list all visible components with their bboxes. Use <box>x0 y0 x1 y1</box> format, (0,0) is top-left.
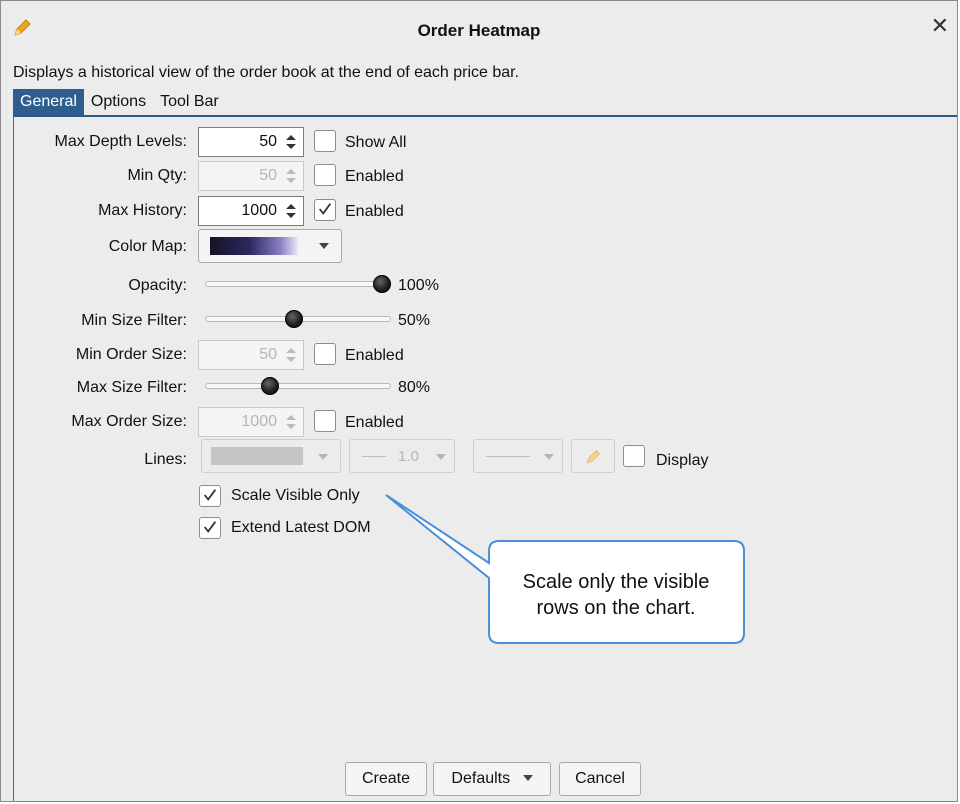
callout-bubble <box>385 494 745 644</box>
callout-line-2: rows on the chart. <box>536 597 696 619</box>
cancel-button[interactable]: Cancel <box>559 762 641 796</box>
defaults-button-label: Defaults <box>451 770 511 787</box>
defaults-button[interactable]: Defaults <box>433 762 551 796</box>
order-heatmap-dialog: Order Heatmap ✕ Displays a historical vi… <box>0 0 958 802</box>
create-button[interactable]: Create <box>345 762 427 796</box>
chevron-down-icon <box>522 775 533 781</box>
callout-line-1: Scale only the visible <box>522 571 710 593</box>
callout-text: Scale only the visible rows on the chart… <box>490 569 742 621</box>
